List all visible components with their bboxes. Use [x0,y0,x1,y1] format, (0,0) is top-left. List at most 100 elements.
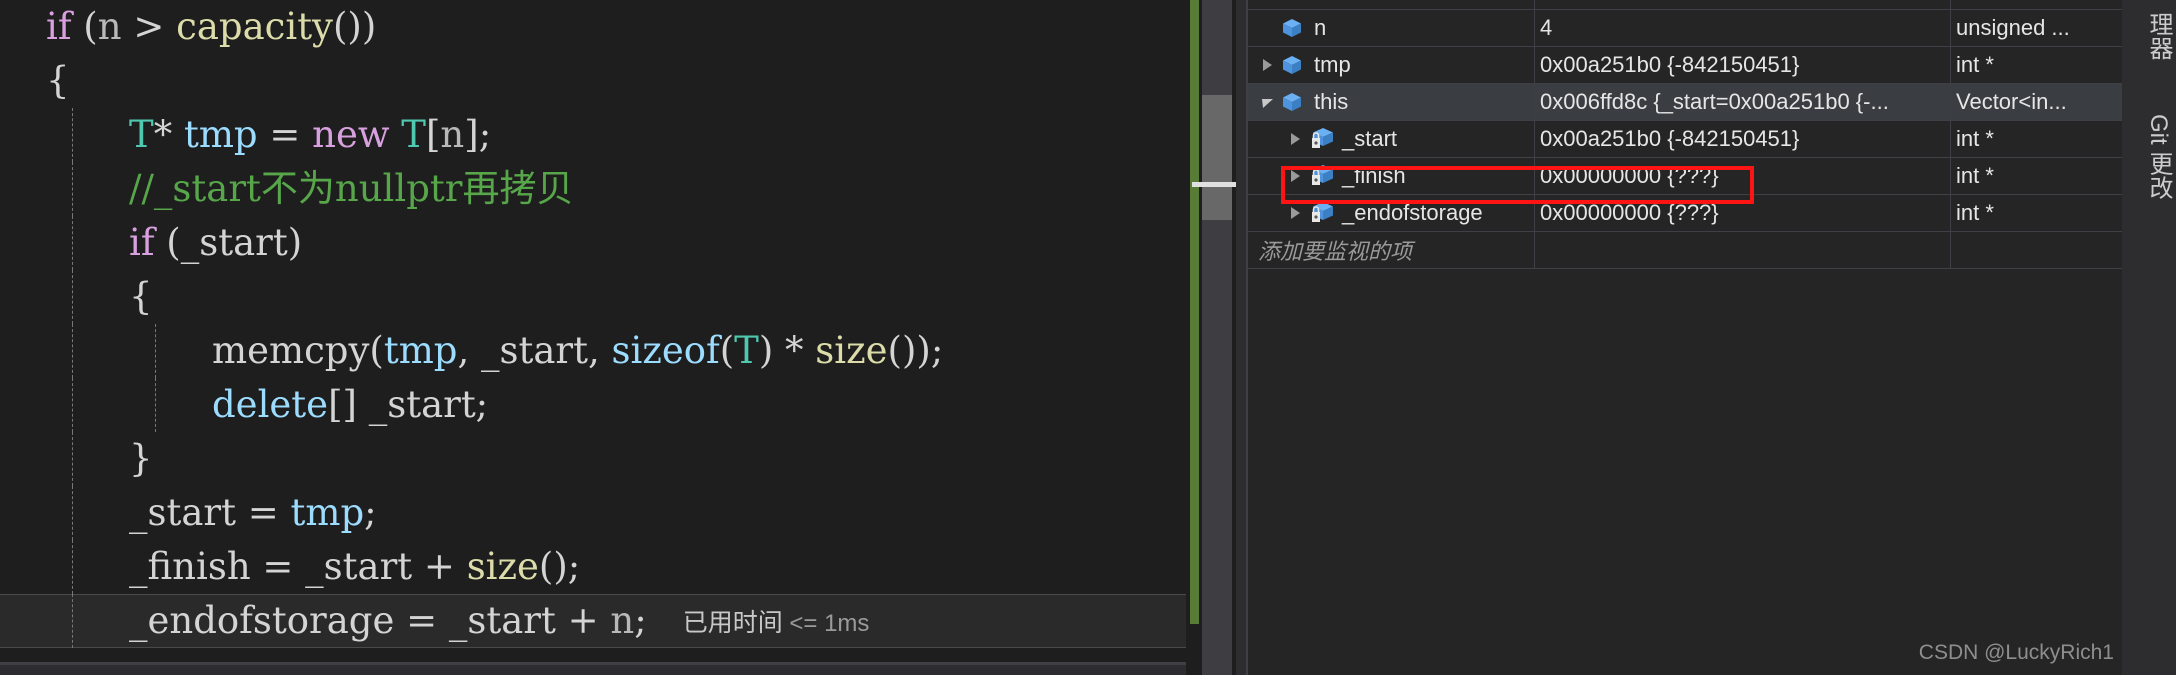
chevron-right-icon[interactable] [1256,47,1278,83]
code-line-text: delete[] _start; [212,383,488,426]
lock-cube-icon-svg [1312,202,1333,222]
watch-name-cell[interactable]: _finish [1248,158,1535,194]
watch-value-cell[interactable]: 0x00a251b0 {-842150451} [1535,121,1951,157]
chevron-right-icon[interactable] [1284,121,1306,157]
chevron-right-icon[interactable] [1284,158,1306,194]
code-token: ( [719,329,735,372]
code-line: { [0,54,1186,108]
code-token: ) * [758,329,816,372]
watch-name-cell[interactable]: _endofstorage [1248,195,1535,231]
watch-name-cell[interactable]: tmp [1248,47,1535,83]
watch-variable-value: 0x00000000 {???} [1540,200,1719,225]
elapsed-time-badge: 已用时间 <= 1ms [683,596,870,651]
watch-add-name-cell[interactable]: 添加要监视的项 [1248,232,1535,268]
ide-window: if (n > capacity()){T* tmp = new T[n];//… [0,0,2176,675]
watch-type-cell [1951,0,2124,9]
watch-row[interactable]: _finish 0x00000000 {???} int * [1248,158,2124,195]
indent-guide [72,432,73,486]
watch-name-cell[interactable] [1248,0,1535,9]
watch-variable-value: 0x006ffd8c {_start=0x00a251b0 {-... [1540,89,1889,114]
tab-solution-explorer[interactable]: 理器 [2122,0,2176,76]
code-token: (); [538,545,581,588]
watch-row[interactable]: n 4 unsigned ... [1248,10,2124,47]
code-token: [] [328,383,357,426]
watch-value-cell[interactable]: 4 [1535,10,1951,46]
code-token: _start; [356,383,489,426]
watch-add-type-cell [1951,232,2124,268]
code-token: new [312,113,390,156]
code-token: ()); [887,329,944,372]
code-token: T [129,113,154,156]
code-token: capacity [176,5,333,48]
elapsed-time-label: 已用时间 [682,609,783,637]
indent-guide [72,594,73,648]
editor-bottom-bar [0,665,1186,675]
vertical-scrollbar-thumb[interactable] [1202,95,1232,220]
watch-type-cell: int * [1951,121,2124,157]
watch-name-cell[interactable]: this [1248,84,1535,120]
watch-add-value-cell[interactable] [1535,232,1951,268]
code-token: _start [180,221,288,264]
code-line: _endofstorage = _start + n; 已用时间 <= 1ms [0,594,1186,648]
code-token: if [46,5,72,48]
code-line-text: //_start不为nullptr再拷贝 [129,167,573,210]
code-line: if (n > capacity()) [0,0,1186,54]
code-line-text: memcpy(tmp, _start, sizeof(T) * size()); [212,329,943,372]
code-token: ( [369,329,384,372]
chevron-right-icon[interactable] [1284,195,1306,231]
code-token: , [587,329,612,372]
cube-icon [1278,89,1308,115]
watch-variable-value: 4 [1540,15,1553,40]
watch-name-cell[interactable]: _start [1248,121,1535,157]
watch-row[interactable]: _start 0x00a251b0 {-842150451} int * [1248,121,2124,158]
code-token: ; [364,491,377,534]
watch-value-cell[interactable]: 0x00000000 {???} [1535,158,1951,194]
indent-guide [72,324,73,378]
watch-value-cell[interactable]: 0x006ffd8c {_start=0x00a251b0 {-... [1535,84,1951,120]
code-token: if [129,221,155,264]
code-lines: if (n > capacity()){T* tmp = new T[n];//… [0,0,1186,648]
code-line: if (_start) [0,216,1186,270]
code-token: _endofstorage = _start + [129,599,611,642]
code-line: delete[] _start; [0,378,1186,432]
indent-guide [72,270,73,324]
code-token: tmp [290,491,365,534]
code-line: _start = tmp; [0,486,1186,540]
code-line-text: { [46,59,70,102]
code-token: _start [481,329,588,372]
code-token: } [129,437,153,480]
watch-value-cell[interactable]: 0x00000000 {???} [1535,195,1951,231]
code-token: ()) [332,5,377,48]
code-token: //_start不为nullptr再拷贝 [129,167,574,210]
code-token: ( [83,5,98,48]
indent-guide [155,324,156,378]
watch-variable-type: int * [1956,200,1994,225]
code-token: tmp [383,329,458,372]
indent-guide [72,486,73,540]
code-token: ]; [464,113,492,156]
code-token: n [97,5,122,48]
watch-window[interactable]: n 4 unsigned ... tmp 0x00a251b0 {-842150451}… [1246,0,2124,675]
chevron-down-icon[interactable] [1256,84,1278,120]
right-tool-tabs: 理器 Git 更改 [2122,0,2176,675]
code-editor[interactable]: if (n > capacity()){T* tmp = new T[n];//… [0,0,1186,675]
watch-type-cell: unsigned ... [1951,10,2124,46]
indent-guide [72,108,73,162]
watch-name-cell[interactable]: n [1248,10,1535,46]
code-line-text: _start = tmp; [129,491,377,534]
code-line-text: if (_start) [129,221,302,264]
cube-icon [1278,52,1308,78]
watch-row[interactable]: _endofstorage 0x00000000 {???} int * [1248,195,2124,232]
watch-type-cell: int * [1951,47,2124,83]
code-token: sizeof [611,329,720,372]
watch-row[interactable]: this 0x006ffd8c {_start=0x00a251b0 {-... V… [1248,84,2124,121]
watch-value-cell[interactable]: 0x00a251b0 {-842150451} [1535,47,1951,83]
code-token: tmp [183,113,258,156]
code-token: n [610,599,635,642]
watch-value-cell[interactable] [1535,0,1951,9]
watch-row-clipped[interactable] [1248,0,2124,10]
watch-row[interactable]: tmp 0x00a251b0 {-842150451} int * [1248,47,2124,84]
tab-git-changes[interactable]: Git 更改 [2122,92,2176,222]
watch-add-row[interactable]: 添加要监视的项 [1248,232,2124,269]
expander-placeholder [1256,0,1278,9]
